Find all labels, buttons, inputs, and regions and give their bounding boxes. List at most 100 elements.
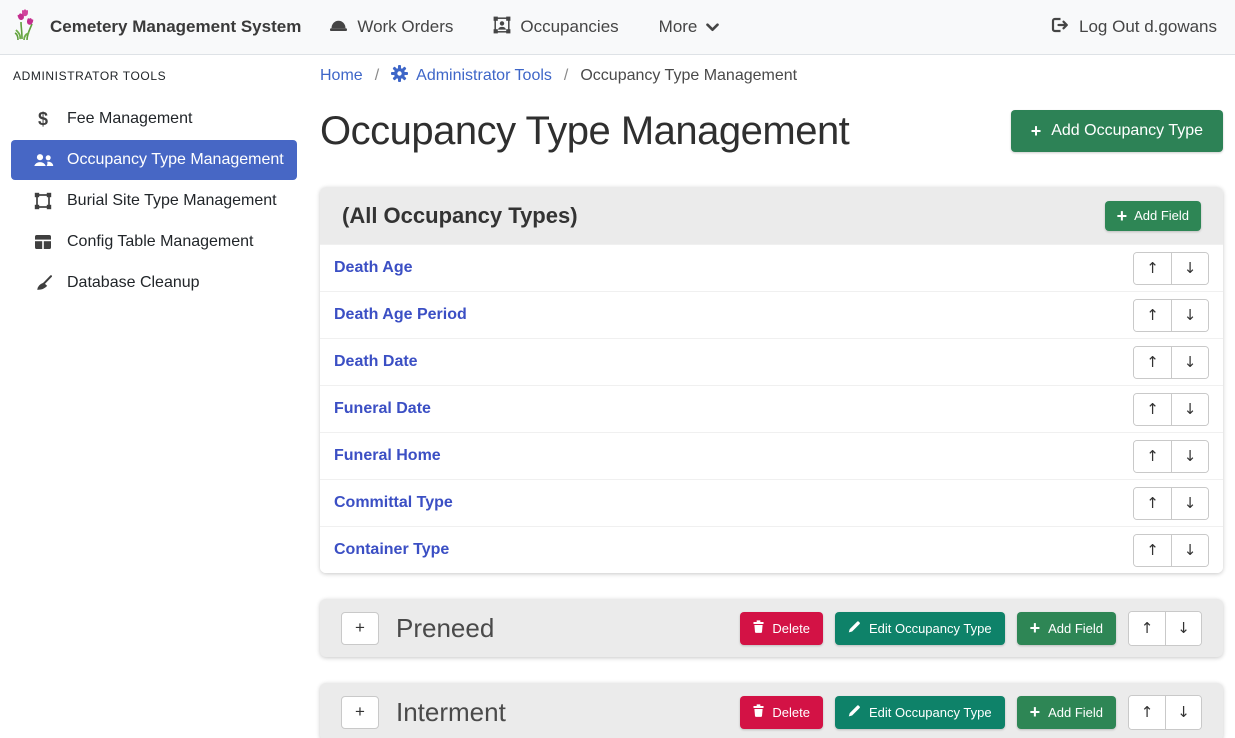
- move-down-button[interactable]: ↓: [1171, 300, 1208, 331]
- add-field-button[interactable]: + Add Field: [1017, 696, 1116, 729]
- move-down-button[interactable]: ↓: [1171, 488, 1208, 519]
- move-down-button[interactable]: ↓: [1171, 394, 1208, 425]
- trash-icon: [753, 704, 764, 720]
- logout-button[interactable]: Log Out d.gowans: [1050, 17, 1221, 38]
- move-up-button[interactable]: ↑: [1134, 441, 1171, 472]
- section-actions: Delete Edit Occupancy Type + Add Field ↑: [740, 611, 1202, 646]
- sidebar-item-label: Burial Site Type Management: [67, 192, 277, 210]
- add-field-button[interactable]: + Add Field: [1105, 201, 1201, 231]
- reorder-buttons: ↑ ↓: [1133, 534, 1209, 567]
- move-down-button[interactable]: ↓: [1165, 612, 1201, 645]
- sidebar-item-database-cleanup[interactable]: Database Cleanup: [11, 263, 297, 303]
- move-down-button[interactable]: ↓: [1171, 441, 1208, 472]
- reorder-buttons: ↑ ↓: [1133, 346, 1209, 379]
- section-interment: + Interment Delete: [320, 683, 1223, 738]
- move-up-button[interactable]: ↑: [1134, 488, 1171, 519]
- field-row: Death Date ↑ ↓: [320, 338, 1223, 385]
- nav-more[interactable]: More: [659, 17, 720, 37]
- button-label: Delete: [772, 705, 810, 720]
- breadcrumb-label: Administrator Tools: [416, 67, 552, 85]
- expand-button[interactable]: +: [341, 612, 379, 645]
- logout-icon: [1050, 17, 1069, 38]
- sidebar-item-label: Config Table Management: [67, 233, 254, 251]
- chevron-down-icon: [706, 17, 719, 37]
- move-down-button[interactable]: ↓: [1171, 253, 1208, 284]
- field-row: Funeral Home ↑ ↓: [320, 432, 1223, 479]
- field-row: Death Age Period ↑ ↓: [320, 291, 1223, 338]
- move-up-button[interactable]: ↑: [1134, 347, 1171, 378]
- breadcrumb-home[interactable]: Home: [320, 67, 363, 85]
- panel-title: (All Occupancy Types): [342, 203, 578, 229]
- plus-icon: +: [1030, 619, 1041, 637]
- nav-work-orders[interactable]: Work Orders: [329, 16, 453, 38]
- button-label: Add Field: [1134, 208, 1189, 223]
- button-label: Delete: [772, 621, 810, 636]
- field-link-committal-type[interactable]: Committal Type: [334, 494, 453, 512]
- move-up-button[interactable]: ↑: [1134, 394, 1171, 425]
- nav-label: More: [659, 17, 698, 37]
- table-icon: [32, 234, 54, 250]
- button-label: Add Field: [1048, 621, 1103, 636]
- pencil-icon: [848, 704, 861, 720]
- brand-title: Cemetery Management System: [50, 17, 301, 37]
- vector-square-icon: [32, 192, 54, 210]
- move-up-button[interactable]: ↑: [1134, 535, 1171, 566]
- trash-icon: [753, 620, 764, 636]
- field-link-death-age[interactable]: Death Age: [334, 259, 413, 277]
- field-row: Death Age ↑ ↓: [320, 244, 1223, 291]
- navbar-brand[interactable]: Cemetery Management System: [14, 9, 301, 46]
- main-content: Home / Administrat: [310, 55, 1235, 738]
- field-link-death-age-period[interactable]: Death Age Period: [334, 306, 467, 324]
- add-field-button[interactable]: + Add Field: [1017, 612, 1116, 645]
- add-occupancy-type-button[interactable]: + Add Occupancy Type: [1011, 110, 1223, 152]
- nav-label: Work Orders: [357, 17, 453, 37]
- breadcrumb-current: Occupancy Type Management: [580, 67, 797, 85]
- edit-occupancy-type-button[interactable]: Edit Occupancy Type: [835, 612, 1005, 645]
- delete-button[interactable]: Delete: [740, 696, 823, 729]
- expand-button[interactable]: +: [341, 696, 379, 729]
- plus-icon: +: [1031, 122, 1042, 140]
- breadcrumb: Home / Administrat: [320, 63, 1223, 89]
- sidebar-item-occupancy-type-management[interactable]: Occupancy Type Management: [11, 140, 297, 180]
- move-down-button[interactable]: ↓: [1171, 535, 1208, 566]
- move-up-button[interactable]: ↑: [1134, 300, 1171, 331]
- dollar-icon: $: [32, 109, 54, 130]
- all-occupancy-types-panel: (All Occupancy Types) + Add Field Death …: [320, 187, 1223, 573]
- button-label: Add Occupancy Type: [1051, 122, 1203, 140]
- sidebar-item-fee-management[interactable]: $ Fee Management: [11, 99, 297, 139]
- sidebar-item-config-table-management[interactable]: Config Table Management: [11, 222, 297, 262]
- button-label: Add Field: [1048, 705, 1103, 720]
- sidebar-item-label: Fee Management: [67, 110, 192, 128]
- field-link-funeral-date[interactable]: Funeral Date: [334, 400, 431, 418]
- nav-occupancies[interactable]: Occupancies: [493, 16, 618, 39]
- move-down-button[interactable]: ↓: [1165, 696, 1201, 729]
- section-actions: Delete Edit Occupancy Type + Add Field ↑: [740, 695, 1202, 730]
- field-link-container-type[interactable]: Container Type: [334, 541, 449, 559]
- field-link-funeral-home[interactable]: Funeral Home: [334, 447, 441, 465]
- button-label: Edit Occupancy Type: [869, 705, 992, 720]
- move-up-button[interactable]: ↑: [1129, 612, 1165, 645]
- move-up-button[interactable]: ↑: [1129, 696, 1165, 729]
- move-down-button[interactable]: ↓: [1171, 347, 1208, 378]
- reorder-buttons: ↑ ↓: [1133, 393, 1209, 426]
- field-row: Committal Type ↑ ↓: [320, 479, 1223, 526]
- pencil-icon: [848, 620, 861, 636]
- breadcrumb-separator: /: [363, 67, 391, 85]
- sidebar-item-label: Occupancy Type Management: [67, 151, 284, 169]
- delete-button[interactable]: Delete: [740, 612, 823, 645]
- move-up-button[interactable]: ↑: [1134, 253, 1171, 284]
- panel-header: (All Occupancy Types) + Add Field: [320, 187, 1223, 244]
- sidebar-item-burial-site-type-management[interactable]: Burial Site Type Management: [11, 181, 297, 221]
- sidebar-item-label: Database Cleanup: [67, 274, 200, 292]
- users-icon: [32, 153, 54, 167]
- admin-tools-sidebar: ADMINISTRATOR TOOLS $ Fee Management Occ…: [0, 55, 310, 738]
- section-preneed: + Preneed Delete: [320, 599, 1223, 657]
- breadcrumb-administrator-tools[interactable]: Administrator Tools: [391, 65, 552, 87]
- broom-icon: [32, 275, 54, 292]
- edit-occupancy-type-button[interactable]: Edit Occupancy Type: [835, 696, 1005, 729]
- field-link-death-date[interactable]: Death Date: [334, 353, 418, 371]
- gear-icon: [391, 65, 408, 87]
- tulip-logo-icon: [14, 9, 40, 46]
- section-title: Interment: [396, 697, 740, 728]
- button-label: Edit Occupancy Type: [869, 621, 992, 636]
